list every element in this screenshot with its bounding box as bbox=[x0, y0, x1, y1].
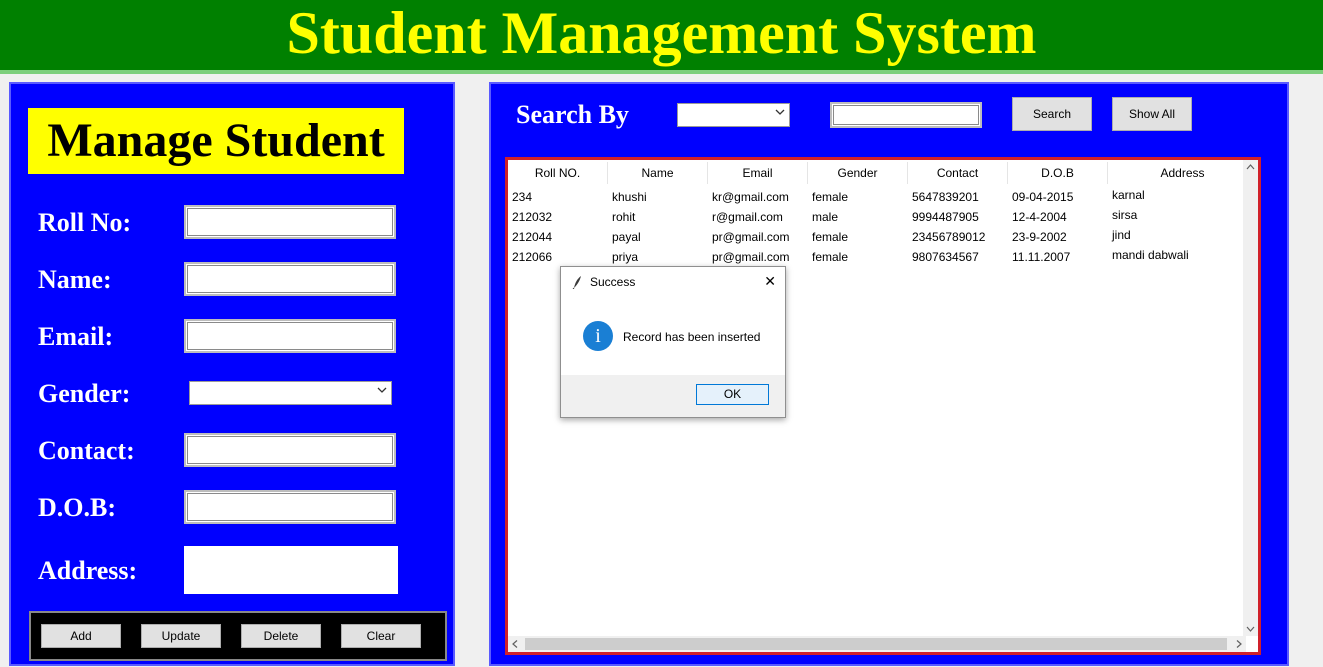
name-label: Name: bbox=[38, 265, 112, 294]
address-textarea[interactable] bbox=[184, 546, 398, 594]
search-button[interactable]: Search bbox=[1012, 97, 1092, 131]
column-header[interactable]: Gender bbox=[808, 162, 908, 184]
app-title-bar: Student Management System bbox=[0, 0, 1323, 74]
form-button-bar: Add Update Delete Clear bbox=[29, 611, 447, 661]
column-header[interactable]: Contact bbox=[908, 162, 1008, 184]
table-row[interactable]: 212044 payal pr@gmail.com female 2345678… bbox=[508, 227, 1246, 247]
table-cell: 9807634567 bbox=[912, 250, 979, 264]
gender-select[interactable] bbox=[189, 381, 392, 405]
add-button[interactable]: Add bbox=[41, 624, 121, 648]
table-cell: jind bbox=[1112, 228, 1131, 242]
horizontal-scrollbar[interactable] bbox=[508, 636, 1246, 652]
table-row[interactable]: 212032 rohit r@gmail.com male 9994487905… bbox=[508, 207, 1246, 227]
search-by-select[interactable] bbox=[677, 103, 790, 127]
clear-button[interactable]: Clear bbox=[341, 624, 421, 648]
table-cell: 09-04-2015 bbox=[1012, 190, 1074, 204]
table-row[interactable]: 212066 priya pr@gmail.com female 9807634… bbox=[508, 247, 1246, 267]
vertical-scrollbar[interactable] bbox=[1243, 160, 1258, 636]
contact-input[interactable] bbox=[184, 433, 396, 467]
delete-button[interactable]: Delete bbox=[241, 624, 321, 648]
table-cell: male bbox=[812, 210, 839, 224]
name-input[interactable] bbox=[184, 262, 396, 296]
dob-label: D.O.B: bbox=[38, 493, 116, 522]
close-icon[interactable]: ✕ bbox=[764, 273, 776, 290]
update-button[interactable]: Update bbox=[141, 624, 221, 648]
dialog-message: Record has been inserted bbox=[623, 330, 761, 344]
table-cell: 12-4-2004 bbox=[1012, 210, 1067, 224]
table-cell: pr@gmail.com bbox=[712, 230, 790, 244]
table-header: Roll NO. Name Email Gender Contact D.O.B… bbox=[508, 162, 1258, 184]
table-cell: 212032 bbox=[512, 210, 553, 224]
table-cell: 5647839201 bbox=[912, 190, 979, 204]
table-cell: female bbox=[812, 230, 849, 244]
dialog-title: Success bbox=[590, 275, 636, 289]
manage-student-panel: Manage Student Roll No: Name: Email: Gen… bbox=[9, 82, 455, 666]
table-cell: pr@gmail.com bbox=[712, 250, 790, 264]
table-cell: kr@gmail.com bbox=[712, 190, 789, 204]
feather-icon bbox=[571, 275, 583, 294]
email-input[interactable] bbox=[184, 319, 396, 353]
table-cell: khushi bbox=[612, 190, 647, 204]
table-cell: sirsa bbox=[1112, 208, 1138, 222]
table-cell: female bbox=[812, 250, 849, 264]
column-header[interactable]: Roll NO. bbox=[508, 162, 608, 184]
info-icon: i bbox=[583, 321, 613, 351]
table-row[interactable]: 234 khushi kr@gmail.com female 564783920… bbox=[508, 187, 1246, 207]
column-header[interactable]: Address bbox=[1108, 162, 1258, 184]
table-cell: karnal bbox=[1112, 188, 1145, 202]
ok-button[interactable]: OK bbox=[696, 384, 769, 405]
table-cell: female bbox=[812, 190, 849, 204]
manage-student-title: Manage Student bbox=[28, 108, 404, 174]
table-cell: 212044 bbox=[512, 230, 553, 244]
search-input[interactable] bbox=[830, 102, 982, 128]
table-cell: payal bbox=[612, 230, 641, 244]
dob-input[interactable] bbox=[184, 490, 396, 524]
table-cell: 23-9-2002 bbox=[1012, 230, 1067, 244]
column-header[interactable]: Email bbox=[708, 162, 808, 184]
table-cell: 234 bbox=[512, 190, 533, 204]
table-cell: 11.11.2007 bbox=[1012, 250, 1071, 264]
info-icon-glyph: i bbox=[595, 325, 601, 347]
table-cell: 212066 bbox=[512, 250, 553, 264]
app-title: Student Management System bbox=[286, 0, 1037, 66]
search-by-label: Search By bbox=[516, 100, 629, 129]
address-label: Address: bbox=[38, 556, 138, 585]
dialog-footer: OK bbox=[561, 375, 785, 417]
roll-no-input[interactable] bbox=[184, 205, 396, 239]
chevron-down-icon bbox=[775, 107, 785, 120]
success-dialog: Success ✕ i Record has been inserted OK bbox=[560, 266, 786, 418]
table-cell: rohit bbox=[612, 210, 636, 224]
table-cell: 23456789012 bbox=[912, 230, 986, 244]
table-cell: priya bbox=[612, 250, 639, 264]
email-label: Email: bbox=[38, 322, 114, 351]
table-cell: mandi dabwali bbox=[1112, 248, 1189, 262]
table-cell: r@gmail.com bbox=[712, 210, 783, 224]
column-header[interactable]: D.O.B bbox=[1008, 162, 1108, 184]
gender-label: Gender: bbox=[38, 379, 131, 408]
contact-label: Contact: bbox=[38, 436, 135, 465]
roll-no-label: Roll No: bbox=[38, 208, 132, 237]
show-all-button[interactable]: Show All bbox=[1112, 97, 1192, 131]
column-header[interactable]: Name bbox=[608, 162, 708, 184]
chevron-down-icon bbox=[377, 385, 387, 398]
table-cell: 9994487905 bbox=[912, 210, 979, 224]
